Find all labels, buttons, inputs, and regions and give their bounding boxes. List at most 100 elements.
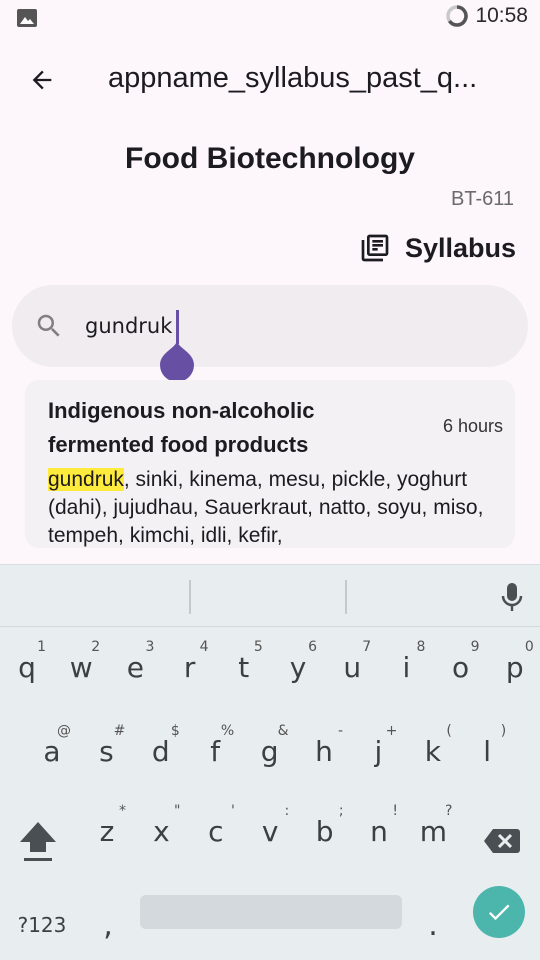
battery-ring-icon [446,5,469,27]
search-input[interactable] [85,307,485,345]
key-label: a [43,734,61,768]
key-k[interactable]: (k [406,715,460,787]
key-hint: 3 [145,639,155,655]
key-hint: % [220,723,235,739]
key-j[interactable]: + j [351,715,405,787]
key-e[interactable]: 3e [108,631,162,703]
syllabus-button[interactable]: Syllabus [359,232,516,264]
key-n[interactable]: ! n [352,795,406,867]
key-label: o [452,650,470,684]
key-hint: 2 [91,639,101,655]
key-label: g [260,734,279,768]
symbols-key[interactable]: ?123 [10,895,74,955]
shift-icon [20,822,56,861]
result-card[interactable]: Indigenous non-alcoholic fermented food … [25,380,515,548]
key-hint: 6 [308,639,317,655]
caret-handle-icon[interactable] [160,340,194,382]
key-s[interactable]: # s [79,715,133,787]
key-label: m [419,814,448,848]
back-button[interactable] [22,60,62,100]
microphone-icon[interactable] [500,581,524,613]
key-u[interactable]: 7u [325,631,379,703]
key-l[interactable]: ) l [460,715,514,787]
syllabus-label: Syllabus [404,232,516,263]
shift-key[interactable] [10,805,66,877]
key-hint: 4 [199,639,209,655]
key-label: p [505,650,524,684]
key-label: c [208,814,224,848]
space-key[interactable] [140,895,402,929]
enter-key[interactable] [473,886,525,938]
app-bar: appname_syllabus_past_q... [0,44,540,114]
subject-code: BT-611 [451,188,514,210]
key-hint: 0 [524,639,534,655]
suggestion-divider [345,580,347,614]
key-hint: $ [170,723,180,739]
check-icon [488,904,510,921]
key-w[interactable]: 2w [54,631,108,703]
arrow-back-icon [32,70,52,90]
key-v[interactable]: :v [243,795,297,867]
key-x[interactable]: " x [134,795,188,867]
key-o[interactable]: 9o [434,631,488,703]
result-duration: 6 hours [442,416,503,436]
comma-key[interactable]: , [80,895,136,955]
key-hint: * [119,803,126,819]
suggestion-strip [0,565,540,627]
key-label: t [238,650,250,684]
key-hint: # [113,723,126,739]
key-hint: - [337,723,343,739]
key-i[interactable]: 8i [379,631,433,703]
key-c[interactable]: ' c [189,795,243,867]
key-m[interactable]: ? m [406,795,460,867]
key-a[interactable]: @ a [25,715,79,787]
library-books-icon [361,234,389,262]
backspace-key[interactable] [474,805,530,877]
key-label: e [126,650,144,684]
key-label: v [261,814,279,848]
key-f[interactable]: % f [188,715,242,787]
key-hint: : [284,803,290,819]
key-label: j [374,734,383,768]
key-r[interactable]: 4r [163,631,217,703]
key-t[interactable]: 5t [217,631,271,703]
search-highlight: gundruk [48,468,124,491]
key-label: l [483,734,492,768]
key-hint: 7 [362,639,372,655]
key-label: n [370,814,388,848]
image-notification-icon [17,9,37,27]
key-label: y [289,650,307,684]
app-title: appname_syllabus_past_q... [108,62,478,94]
key-z[interactable]: * z [80,795,134,867]
key-label: u [343,650,362,684]
key-p[interactable]: 0p [488,631,540,703]
text-caret [176,310,179,344]
key-hint: + [385,723,398,739]
key-label: r [183,650,196,684]
key-hint: 5 [253,639,263,655]
key-g[interactable]: & g [243,715,297,787]
key-label: d [151,734,170,768]
key-h[interactable]: -h [297,715,351,787]
key-b[interactable]: ; b [298,795,352,867]
key-hint: & [277,723,289,739]
key-label: x [153,814,170,848]
backspace-icon [484,829,520,853]
status-right: 10:58 [445,4,528,28]
key-hint: 9 [470,639,480,655]
key-hint: ( [446,723,452,739]
key-d[interactable]: $ d [134,715,188,787]
key-hint: ) [500,723,507,739]
key-hint: ? [444,803,453,819]
period-key[interactable]: . [406,895,460,955]
key-label: i [402,650,411,684]
key-y[interactable]: 6y [271,631,325,703]
key-hint: " [173,803,181,819]
subject-title: Food Biotechnology [125,142,415,175]
key-hint: ! [392,803,398,819]
search-icon [37,314,60,337]
key-label: z [99,814,115,848]
key-hint: 1 [37,639,46,655]
search-bar[interactable] [12,285,528,367]
key-q[interactable]: 1q [0,631,54,703]
